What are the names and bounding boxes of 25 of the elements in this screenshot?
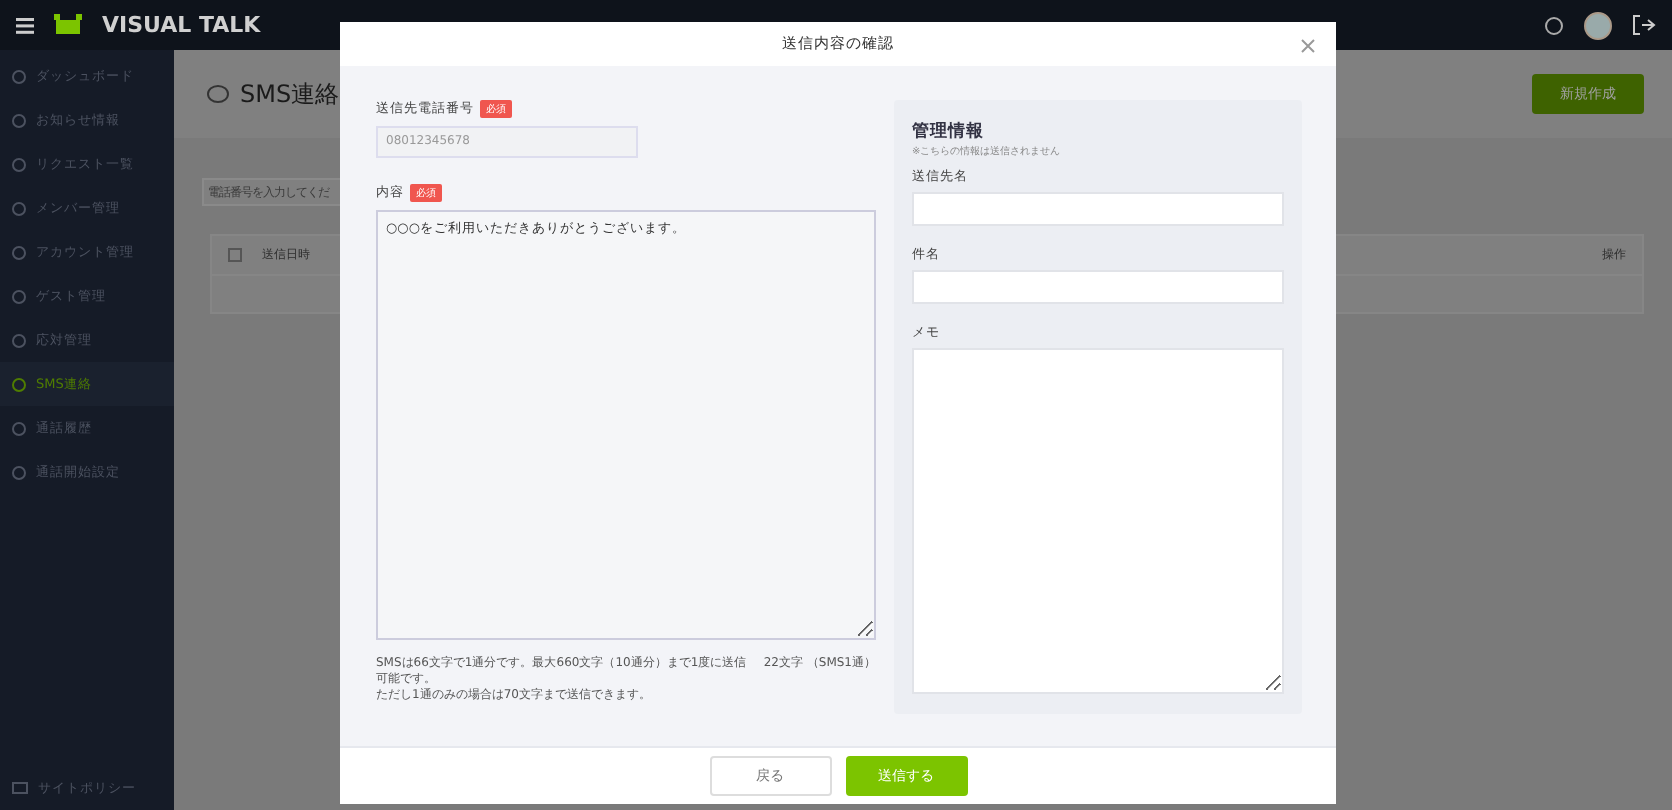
page-title: SMS連絡 <box>240 77 340 111</box>
checkbox[interactable] <box>228 248 242 262</box>
menu-item-icon <box>12 69 26 83</box>
chat-icon <box>206 83 230 105</box>
menu-item-icon <box>12 201 26 215</box>
menu-item-icon <box>12 465 26 479</box>
menu-item-icon <box>12 245 26 259</box>
menu-item-icon <box>12 377 26 391</box>
menu-item-icon <box>12 157 26 171</box>
menu-item-icon <box>12 289 26 303</box>
menu-item-icon <box>12 113 26 127</box>
text-field[interactable] <box>912 269 1284 304</box>
menu-item-icon <box>12 421 26 435</box>
memo-field[interactable] <box>912 347 1284 694</box>
avatar-icon[interactable] <box>1584 11 1612 39</box>
menu-item-icon <box>12 333 26 347</box>
text-field[interactable] <box>912 191 1284 226</box>
logout-icon[interactable] <box>1632 14 1656 36</box>
logo: VISUAL TALK <box>102 12 261 38</box>
logo-icon <box>54 14 82 36</box>
help-icon[interactable] <box>1544 15 1564 35</box>
menu-icon[interactable] <box>16 17 34 33</box>
window-icon <box>12 782 28 794</box>
panel-title: 管理情報 <box>912 119 986 144</box>
close-icon[interactable] <box>1300 38 1316 54</box>
